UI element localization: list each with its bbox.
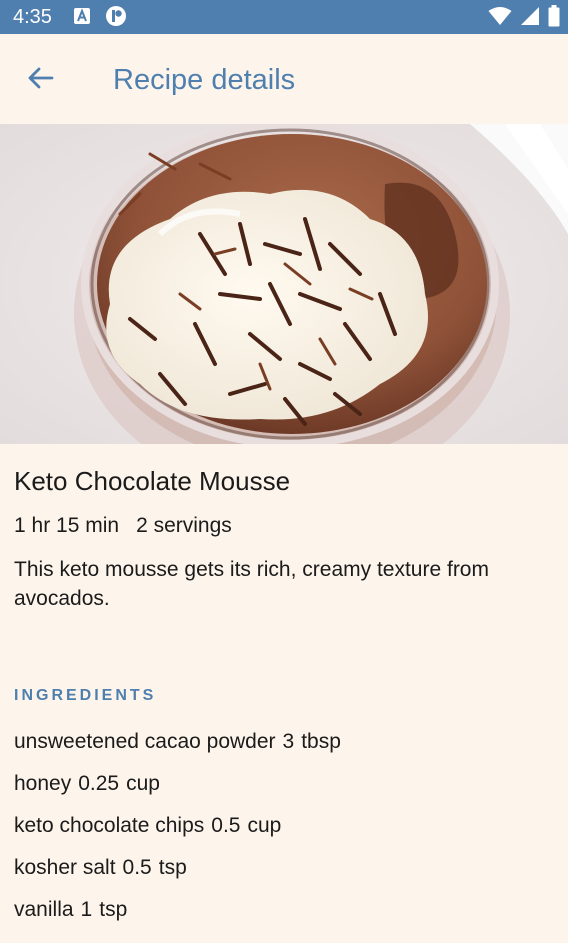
recipe-time: 1 hr 15 min [14,514,120,537]
arrow-back-icon [26,66,54,95]
ingredient-name: kosher salt [14,856,116,879]
ingredient-amount: 0.25 [78,772,120,795]
ingredient-item: vanilla 1 tsp [14,896,341,938]
page-title: Recipe details [113,64,296,96]
ingredient-unit: cup [126,772,160,795]
battery-icon [548,5,560,27]
ingredient-item: kosher salt 0.5 tsp [14,854,341,896]
ingredient-amount: 0.5 [211,814,241,837]
recipe-title: Keto Chocolate Mousse [14,466,291,496]
ingredient-unit: tbsp [301,730,341,753]
ingredient-unit: tsp [99,898,128,921]
status-time: 4:35 [13,6,52,28]
status-bar: 4:35 [0,0,568,34]
ingredients-header: INGREDIENTS [14,687,157,704]
status-right-icons [488,5,560,27]
ingredient-item: unsweetened cacao powder 3 tbsp [14,728,341,770]
recipe-meta: 1 hr 15 min 2 servings [14,512,232,540]
status-left-icons [73,5,127,27]
ingredient-name: honey [14,772,72,795]
ingredient-amount: 0.5 [122,856,152,879]
ingredient-amount: 1 [80,898,93,921]
ingredients-list: unsweetened cacao powder 3 tbsp honey 0.25 c… [14,728,341,938]
notification-p-icon [105,5,127,27]
ingredient-amount: 3 [282,730,295,753]
wifi-icon [488,6,512,26]
ingredient-unit: tsp [158,856,187,879]
ingredient-name: vanilla [14,898,74,921]
ingredient-unit: cup [247,814,282,837]
ingredient-name: keto chocolate chips [14,814,205,837]
ingredient-item: keto chocolate chips 0.5 cup [14,812,341,854]
ingredient-item: honey 0.25 cup [14,770,341,812]
recipe-servings: 2 servings [136,514,232,537]
font-a-icon [73,7,91,25]
recipe-description: This keto mousse gets its rich, creamy t… [14,558,489,610]
ingredient-name: unsweetened cacao powder [14,730,276,753]
back-button[interactable] [14,54,66,106]
app-bar: Recipe details [0,34,568,124]
signal-icon [520,6,540,26]
recipe-hero-image [0,124,568,444]
